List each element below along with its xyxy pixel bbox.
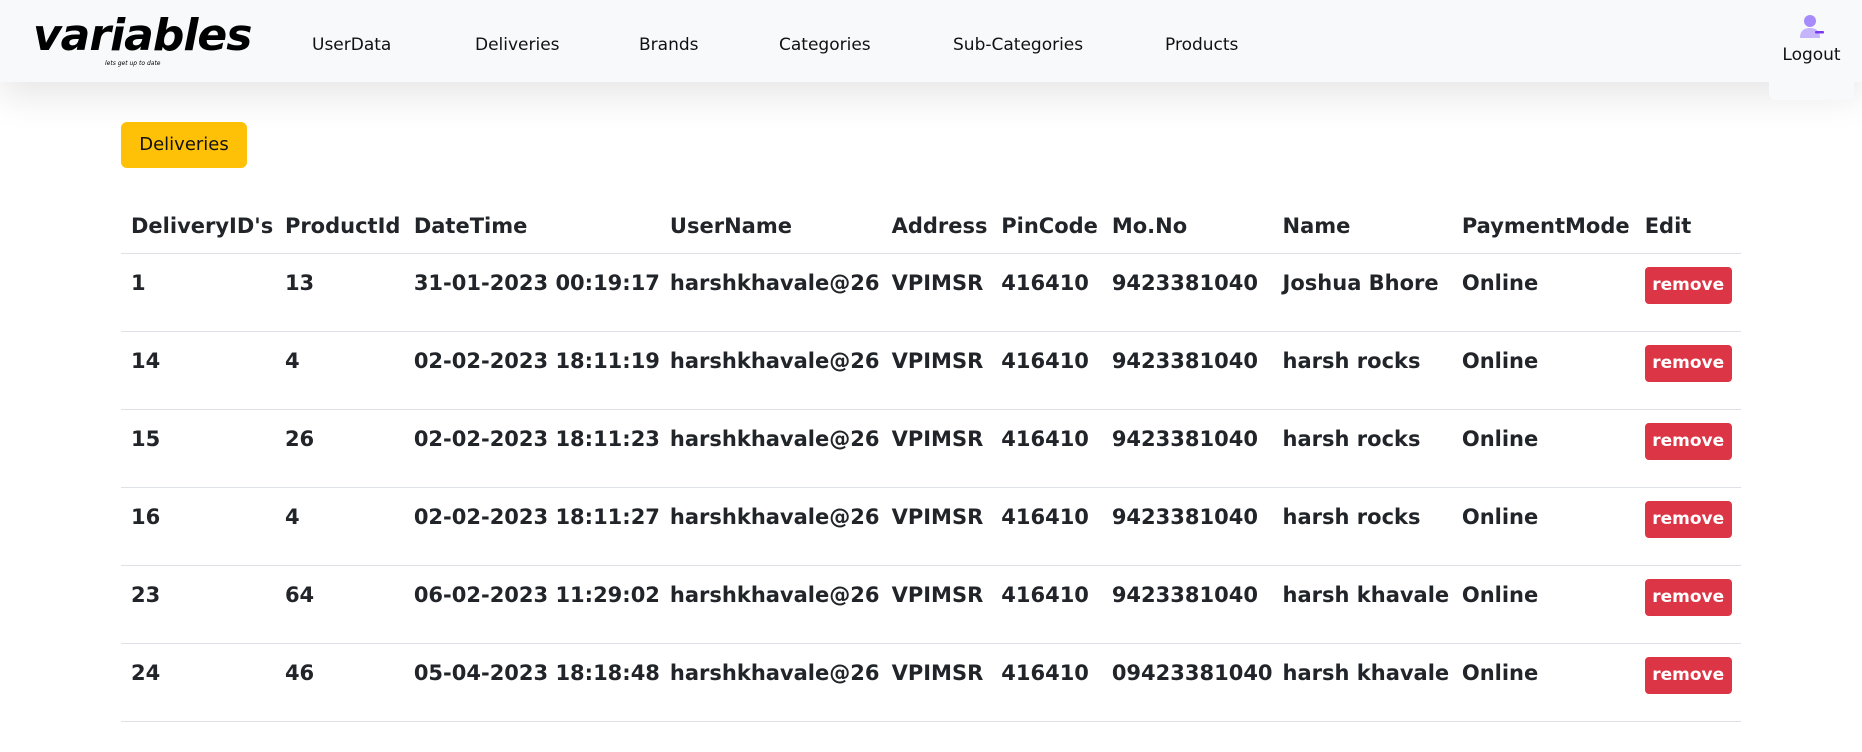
cell-username: harshkhavale@26 (659, 565, 882, 644)
remove-button[interactable]: remove (1644, 657, 1732, 694)
cell-username: harshkhavale@26 (659, 253, 882, 332)
cell-product-id: 4 (274, 331, 404, 410)
cell-delivery-id: 24 (121, 643, 275, 722)
cell-pincode: 416410 (991, 565, 1102, 644)
nav-link-categories[interactable]: Categories (779, 35, 871, 55)
table-row: 15 26 02-02-2023 18:11:23 harshkhavale@2… (121, 409, 1741, 488)
cell-mobile: 9423381040 (1101, 409, 1273, 488)
cell-address: VPIMSR (881, 409, 992, 488)
column-header-pincode: PinCode (991, 198, 1102, 254)
navbar: variables lets get up to date UserData D… (0, 0, 1862, 82)
cell-username: harshkhavale@26 (659, 487, 882, 566)
cell-edit: remove (1634, 643, 1741, 722)
logout-button[interactable]: Logout (1769, 45, 1854, 65)
cell-datetime: 06-02-2023 11:29:02 (403, 565, 660, 644)
brand-tagline: lets get up to date (105, 60, 161, 67)
cell-payment-mode: Online (1451, 331, 1635, 410)
column-header-username: UserName (659, 198, 882, 254)
cell-datetime: 05-04-2023 18:18:48 (403, 643, 660, 722)
cell-pincode: 416410 (991, 409, 1102, 488)
remove-button[interactable]: remove (1644, 579, 1732, 616)
cell-datetime: 02-02-2023 18:11:19 (403, 331, 660, 410)
table-row: 14 4 02-02-2023 18:11:19 harshkhavale@26… (121, 331, 1741, 410)
cell-mobile: 9423381040 (1101, 253, 1273, 332)
cell-delivery-id: 16 (121, 487, 275, 566)
cell-name: Joshua Bhore (1272, 253, 1452, 332)
nav-link-brands[interactable]: Brands (639, 35, 699, 55)
brand-logo[interactable]: variables lets get up to date (33, 10, 252, 72)
cell-payment-mode: Online (1451, 565, 1635, 644)
remove-button[interactable]: remove (1644, 267, 1732, 304)
nav-link-sub-categories[interactable]: Sub-Categories (953, 35, 1083, 55)
cell-address: VPIMSR (881, 253, 992, 332)
remove-button[interactable]: remove (1644, 423, 1732, 460)
cell-pincode: 416410 (991, 487, 1102, 566)
cell-name: harsh rocks (1272, 487, 1452, 566)
table-row: 24 46 05-04-2023 18:18:48 harshkhavale@2… (121, 643, 1741, 722)
cell-address: VPIMSR (881, 487, 992, 566)
cell-name: harsh rocks (1272, 331, 1452, 410)
cell-edit: remove (1634, 487, 1741, 566)
cell-username: harshkhavale@26 (659, 331, 882, 410)
column-header-datetime: DateTime (403, 198, 660, 254)
cell-payment-mode: Online (1451, 409, 1635, 488)
cell-product-id: 13 (274, 253, 404, 332)
cell-datetime: 02-02-2023 18:11:23 (403, 409, 660, 488)
cell-edit: remove (1634, 331, 1741, 410)
cell-datetime: 31-01-2023 00:19:17 (403, 253, 660, 332)
cell-payment-mode: Online (1451, 253, 1635, 332)
cell-mobile: 9423381040 (1101, 565, 1273, 644)
cell-pincode: 416410 (991, 643, 1102, 722)
cell-payment-mode: Online (1451, 487, 1635, 566)
nav-link-deliveries[interactable]: Deliveries (475, 35, 560, 55)
column-header-product-id: ProductId (274, 198, 404, 254)
cell-name: harsh rocks (1272, 409, 1452, 488)
cell-delivery-id: 23 (121, 565, 275, 644)
remove-button[interactable]: remove (1644, 501, 1732, 538)
deliveries-table: DeliveryID's ProductId DateTime UserName… (121, 198, 1741, 722)
cell-delivery-id: 1 (121, 253, 275, 332)
table-row: 16 4 02-02-2023 18:11:27 harshkhavale@26… (121, 487, 1741, 566)
cell-mobile: 09423381040 (1101, 643, 1273, 722)
column-header-mobile: Mo.No (1101, 198, 1273, 254)
cell-address: VPIMSR (881, 643, 992, 722)
cell-address: VPIMSR (881, 565, 992, 644)
column-header-edit: Edit (1634, 198, 1741, 254)
cell-pincode: 416410 (991, 331, 1102, 410)
cell-edit: remove (1634, 253, 1741, 332)
column-header-address: Address (881, 198, 992, 254)
cell-delivery-id: 15 (121, 409, 275, 488)
cell-datetime: 02-02-2023 18:11:27 (403, 487, 660, 566)
cell-pincode: 416410 (991, 253, 1102, 332)
remove-button[interactable]: remove (1644, 345, 1732, 382)
brand-name: variables (33, 10, 252, 61)
column-header-payment-mode: PaymentMode (1451, 198, 1635, 254)
cell-name: harsh khavale (1272, 643, 1452, 722)
nav-link-products[interactable]: Products (1165, 35, 1238, 55)
logout-menu[interactable]: Logout (1769, 0, 1854, 100)
column-header-name: Name (1272, 198, 1452, 254)
cell-delivery-id: 14 (121, 331, 275, 410)
cell-product-id: 64 (274, 565, 404, 644)
cell-mobile: 9423381040 (1101, 487, 1273, 566)
cell-payment-mode: Online (1451, 643, 1635, 722)
nav-link-userdata[interactable]: UserData (312, 35, 391, 55)
table-header-row: DeliveryID's ProductId DateTime UserName… (121, 198, 1741, 254)
table-row: 23 64 06-02-2023 11:29:02 harshkhavale@2… (121, 565, 1741, 644)
cell-name: harsh khavale (1272, 565, 1452, 644)
deliveries-section-button[interactable]: Deliveries (121, 122, 247, 168)
cell-username: harshkhavale@26 (659, 643, 882, 722)
cell-username: harshkhavale@26 (659, 409, 882, 488)
cell-edit: remove (1634, 565, 1741, 644)
cell-mobile: 9423381040 (1101, 331, 1273, 410)
cell-product-id: 26 (274, 409, 404, 488)
cell-address: VPIMSR (881, 331, 992, 410)
cell-product-id: 4 (274, 487, 404, 566)
user-icon (1800, 15, 1824, 38)
column-header-delivery-id: DeliveryID's (121, 198, 275, 254)
cell-edit: remove (1634, 409, 1741, 488)
cell-product-id: 46 (274, 643, 404, 722)
table-row: 1 13 31-01-2023 00:19:17 harshkhavale@26… (121, 253, 1741, 332)
